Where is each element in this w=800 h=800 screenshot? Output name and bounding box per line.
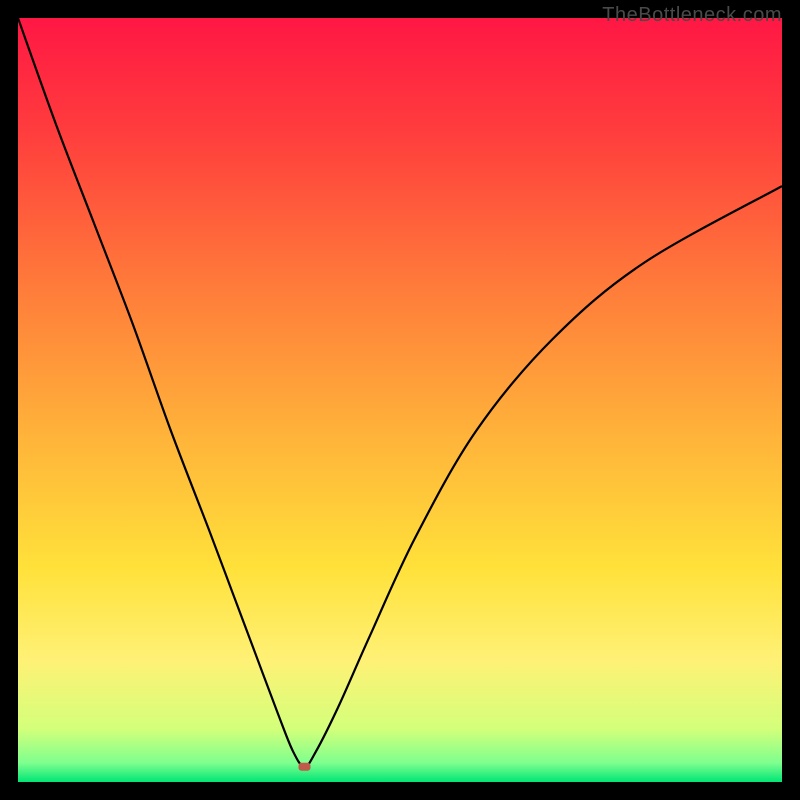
- optimum-marker: [299, 763, 311, 771]
- chart-background: [18, 18, 782, 782]
- bottleneck-chart: [18, 18, 782, 782]
- chart-area: [18, 18, 782, 782]
- watermark-text: TheBottleneck.com: [602, 4, 782, 27]
